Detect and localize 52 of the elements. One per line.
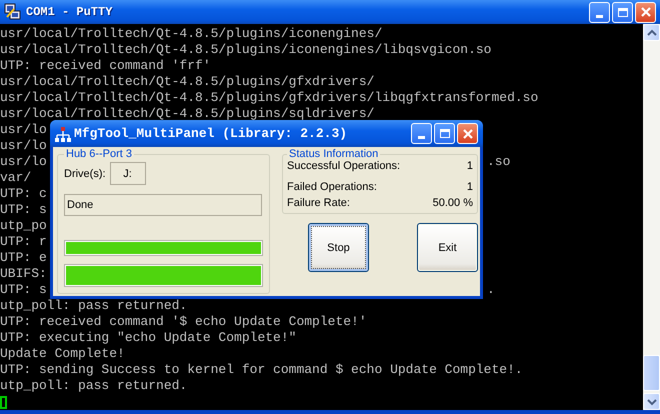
terminal-line: utp_po <box>0 218 47 234</box>
network-icon <box>55 126 71 142</box>
terminal-line: usr/lo <box>0 122 47 138</box>
close-button[interactable] <box>457 123 478 144</box>
terminal-line: utp_poll: pass returned. <box>0 298 188 314</box>
terminal-line: utp_poll: pass returned. <box>0 378 188 394</box>
terminal-line: UTP: executing "echo Update Complete!" <box>0 330 296 346</box>
terminal-line: . <box>487 282 495 298</box>
stat-label: Failure Rate: <box>287 197 350 209</box>
terminal-line: UTP: e <box>0 250 47 266</box>
stat-label: Successful Operations: <box>287 160 400 172</box>
terminal-line: usr/local/Trolltech/Qt-4.8.5/plugins/iconengines/ <box>0 26 382 42</box>
scroll-down-button[interactable] <box>643 393 660 410</box>
drive-field: J: <box>110 162 146 185</box>
terminal-line: UTP: received command '$ echo Update Complete!' <box>0 314 367 330</box>
dialog-button[interactable]: Stop <box>308 223 369 272</box>
terminal-line: usr/local/Trolltech/Qt-4.8.5/plugins/gfxdrivers/ <box>0 74 374 90</box>
terminal-line: Update Complete! <box>0 346 125 362</box>
terminal-line: var/ <box>0 170 32 186</box>
terminal-line: UTP: c <box>0 186 47 202</box>
group-title: Hub 6--Port 3 <box>65 148 134 160</box>
terminal-line: UTP: sending Success to kernel for command $ echo Update Complete!. <box>0 362 523 378</box>
stat-value: 50.00 % <box>432 197 473 209</box>
terminal-line: usr/local/Trolltech/Qt-4.8.5/plugins/gfxdrivers/libqgfxtransformed.so <box>0 90 538 106</box>
stat-label: Failed Operations: <box>287 181 377 193</box>
scroll-thumb[interactable] <box>643 355 660 391</box>
terminal-line: usr/local/Trolltech/Qt-4.8.5/plugins/sqldrivers/ <box>0 106 374 122</box>
stat-value: 1 <box>466 181 473 193</box>
terminal-app-icon <box>4 3 22 21</box>
drive-label: Drive(s): <box>64 168 106 180</box>
terminal-line: UBIFS: <box>0 266 47 282</box>
close-button[interactable] <box>635 2 656 22</box>
terminal-line: .so <box>487 154 510 170</box>
terminal-line: UTP: r <box>0 234 47 250</box>
stat-value: 1 <box>466 160 473 172</box>
terminal-line: UTP: s <box>0 282 47 298</box>
group-title: Status Information <box>288 148 380 160</box>
dialog-button[interactable]: Exit <box>417 223 478 272</box>
terminal-line: UTP: received command 'frf' <box>0 58 211 74</box>
minimize-button[interactable] <box>589 2 610 22</box>
terminal-line: usr/lo <box>0 154 47 170</box>
maximize-button[interactable] <box>612 2 633 22</box>
terminal-line: UTP: s <box>0 202 47 218</box>
maximize-button[interactable] <box>434 123 455 144</box>
window-title: COM1 - PuTTY <box>26 5 112 19</box>
scroll-up-button[interactable] <box>643 24 660 41</box>
window-title: MfgTool_MultiPanel (Library: 2.2.3) <box>74 126 348 141</box>
terminal-line: usr/lo <box>0 138 47 154</box>
scrollbar[interactable] <box>643 24 660 410</box>
terminal-line: usr/local/Trolltech/Qt-4.8.5/plugins/iconengines/libqsvgicon.so <box>0 42 492 58</box>
status-field: Done <box>64 194 262 216</box>
minimize-button[interactable] <box>411 123 432 144</box>
